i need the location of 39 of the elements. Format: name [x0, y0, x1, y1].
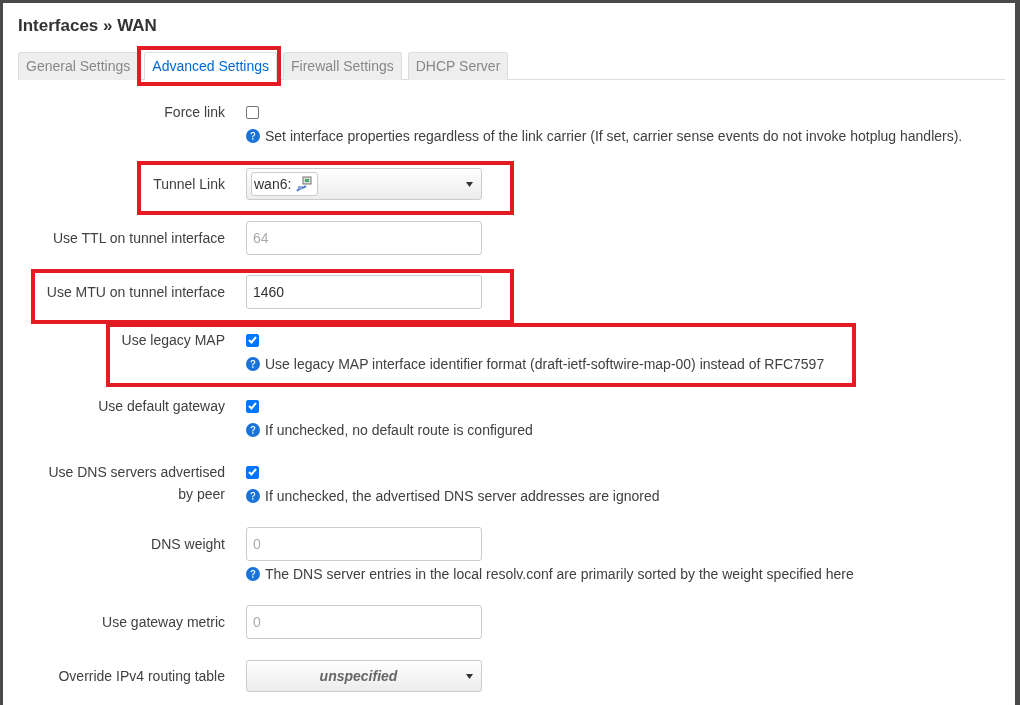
checkbox[interactable]: [246, 399, 259, 413]
help-icon: [246, 357, 260, 371]
help-icon: [246, 423, 260, 437]
help-icon: [246, 129, 260, 143]
field-label: Use MTU on tunnel interface: [46, 283, 225, 302]
checkbox[interactable]: [246, 105, 259, 119]
select-dropdown[interactable]: unspecified: [246, 660, 482, 692]
text-field[interactable]: 0: [246, 527, 482, 561]
interface-chip: wan6:: [251, 172, 319, 196]
tab[interactable]: DHCP Server: [407, 52, 509, 80]
tab[interactable]: General Settings: [18, 52, 139, 80]
help-icon: [246, 567, 260, 581]
network-icon: [295, 175, 314, 193]
help-text: The DNS server entries in the local resolv.conf are primarily sorted by the weight specified here: [265, 566, 854, 582]
checkbox[interactable]: [246, 465, 259, 479]
select-dropdown[interactable]: wan6:: [246, 168, 482, 200]
text-field[interactable]: 1460: [246, 275, 482, 309]
tab[interactable]: Firewall Settings: [283, 52, 402, 80]
field-label: Use gateway metric: [102, 613, 225, 632]
field-label: Force link: [164, 103, 225, 122]
field-label: Use default gateway: [98, 397, 225, 416]
help-text: Set interface properties regardless of the link carrier (If set, carrier sense events do not invoke hotplug handlers).: [265, 128, 963, 144]
field-label: Override IPv4 routing table: [58, 667, 225, 686]
field-label: Use legacy MAP: [121, 331, 225, 350]
text-field[interactable]: 64: [246, 221, 482, 255]
checkbox[interactable]: [246, 333, 259, 347]
field-label: Tunnel Link: [153, 175, 225, 194]
field-label: Use TTL on tunnel interface: [53, 229, 225, 248]
help-text: If unchecked, no default route is configured: [265, 422, 533, 438]
caret-icon: [466, 181, 473, 187]
help-text: Use legacy MAP interface identifier format (draft-ietf-softwire-map-00) instead of RFC7597: [265, 356, 825, 372]
help-text: If unchecked, the advertised DNS server addresses are ignored: [265, 488, 660, 504]
tab[interactable]: Advanced Settings: [144, 52, 278, 80]
field-label: Use DNS servers advertised by peer: [47, 463, 225, 504]
field-label: DNS weight: [151, 535, 225, 554]
help-icon: [246, 489, 260, 503]
caret-icon: [466, 673, 473, 679]
text-field[interactable]: 0: [246, 605, 482, 639]
dialog-title: Interfaces » WAN: [18, 15, 158, 36]
